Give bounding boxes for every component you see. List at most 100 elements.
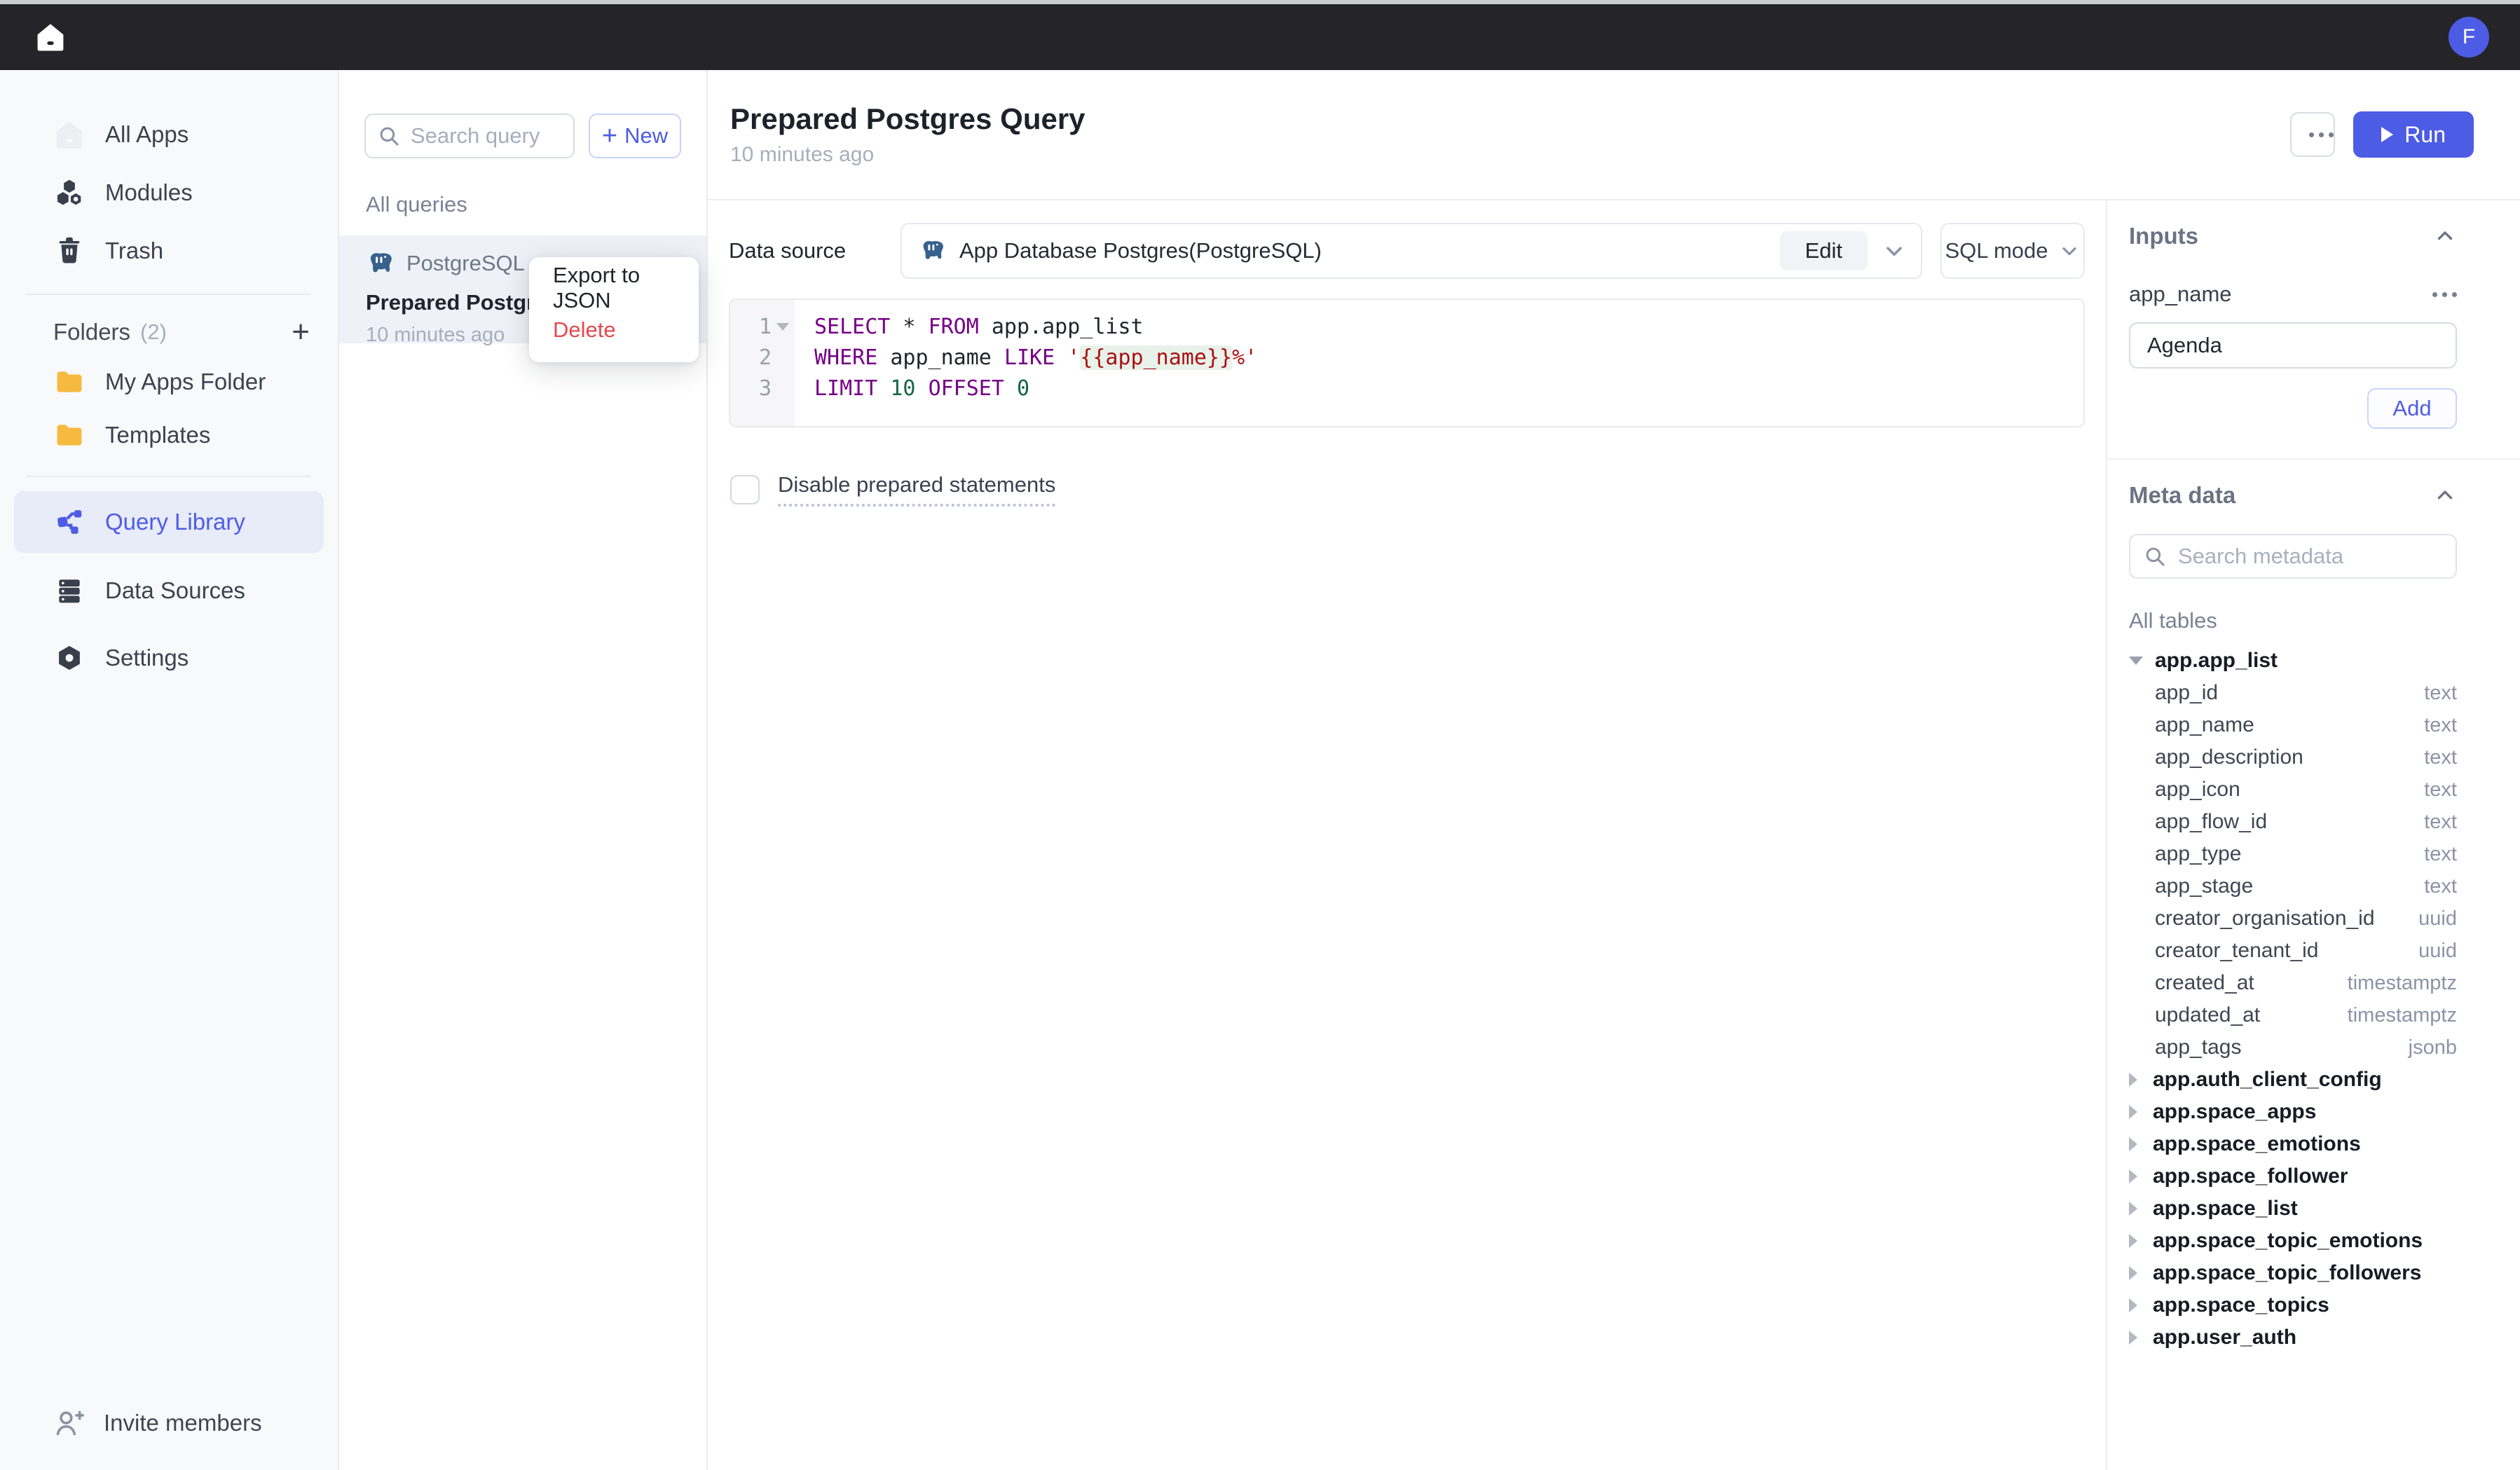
fold-spacer (776, 385, 789, 392)
add-input-button[interactable]: Add (2367, 388, 2457, 429)
code-line: WHERE app_name LIKE '{{app_name}}%' (814, 342, 2083, 373)
folder-label: My Apps Folder (105, 369, 266, 395)
metadata-table-row[interactable]: app.user_auth (2129, 1321, 2457, 1354)
all-tables-label: All tables (2129, 608, 2457, 633)
sidebar-item-label: Trash (105, 238, 163, 264)
query-library-icon (53, 506, 85, 538)
edit-datasource-button[interactable]: Edit (1780, 231, 1868, 270)
editor-line-number: 2 (730, 342, 795, 373)
export-to-json-menu-item[interactable]: Export to JSON (529, 267, 699, 309)
metadata-table-row[interactable]: app.space_apps (2129, 1096, 2457, 1128)
page-title: Prepared Postgres Query (730, 102, 1086, 136)
sidebar-divider (27, 294, 311, 295)
column-type: text (2424, 843, 2457, 866)
sidebar-item-modules[interactable]: Modules (0, 163, 338, 221)
column-name: creator_tenant_id (2155, 939, 2319, 963)
invite-members-button[interactable]: Invite members (53, 1407, 262, 1439)
caret-right-icon (2129, 1202, 2137, 1216)
home-outline-icon (53, 118, 85, 151)
sidebar-item-label: Modules (105, 179, 193, 206)
metadata-column-row: app_nametext (2129, 709, 2457, 741)
code-line: SELECT * FROM app.app_list (814, 311, 2083, 342)
fold-spacer (776, 354, 789, 362)
metadata-search-input[interactable] (2178, 544, 2443, 569)
sidebar-item-data-sources[interactable]: Data Sources (0, 557, 338, 624)
table-name: app.space_list (2153, 1197, 2298, 1221)
query-type-label: PostgreSQL (406, 251, 525, 276)
new-query-button[interactable]: + New (589, 114, 681, 158)
sidebar-folder-templates[interactable]: Templates (0, 408, 338, 462)
folders-count: (2) (140, 320, 167, 345)
column-name: app_flow_id (2155, 810, 2267, 834)
sidebar-item-label: Query Library (105, 509, 245, 535)
metadata-column-row: created_attimestamptz (2129, 967, 2457, 999)
add-folder-button[interactable]: + (292, 317, 310, 348)
metadata-table-row[interactable]: app.space_follower (2129, 1160, 2457, 1193)
home-button[interactable] (31, 18, 70, 57)
collapse-inputs-button[interactable] (2433, 224, 2457, 248)
metadata-table-row[interactable]: app.space_topic_followers (2129, 1257, 2457, 1289)
caret-right-icon (2129, 1137, 2137, 1151)
table-name: app.user_auth (2153, 1326, 2296, 1349)
avatar[interactable]: F (2449, 17, 2489, 57)
chevron-down-icon (2058, 240, 2081, 262)
sql-mode-label: SQL mode (1945, 238, 2048, 263)
metadata-table-row[interactable]: app.app_list (2129, 645, 2457, 677)
column-name: app_tags (2155, 1036, 2241, 1059)
caret-right-icon (2129, 1073, 2137, 1087)
param-menu-button[interactable] (2432, 292, 2457, 297)
fold-arrow-icon[interactable] (776, 323, 789, 331)
metadata-column-row: app_stage text (2129, 870, 2457, 902)
metadata-search-box[interactable] (2129, 534, 2457, 579)
invite-members-label: Invite members (104, 1410, 262, 1436)
column-type: text (2424, 875, 2457, 898)
ellipsis-icon (2309, 132, 2334, 137)
more-options-button[interactable] (2290, 112, 2335, 157)
folder-label: Templates (105, 422, 210, 448)
person-plus-icon (53, 1407, 85, 1439)
delete-menu-item[interactable]: Delete (529, 309, 699, 351)
disable-prepared-statements-label: Disable prepared statements (778, 472, 1055, 507)
metadata-table-row[interactable]: app.auth_client_config (2129, 1064, 2457, 1096)
sidebar-folder-my-apps[interactable]: My Apps Folder (0, 355, 338, 408)
right-panel: Inputs app_name Add Meta data All tables… (2106, 200, 2520, 1470)
param-value-input[interactable] (2129, 322, 2457, 369)
sidebar-divider (27, 476, 311, 477)
table-name: app.space_topic_emotions (2153, 1229, 2423, 1253)
search-icon (377, 124, 401, 148)
metadata-table-row[interactable]: app.space_list (2129, 1193, 2457, 1225)
main-content: Data source App Database Postgres(Postgr… (708, 200, 2106, 1470)
home-icon (34, 21, 67, 53)
collapse-metadata-button[interactable] (2433, 483, 2457, 507)
column-name: app_icon (2155, 778, 2240, 802)
caret-right-icon (2129, 1169, 2137, 1183)
sidebar-item-query-library[interactable]: Query Library (14, 491, 324, 553)
table-name: app.space_topics (2153, 1293, 2329, 1317)
sidebar-item-trash[interactable]: Trash (0, 221, 338, 280)
metadata-table-row[interactable]: app.space_topic_emotions (2129, 1225, 2457, 1257)
column-name: app_id (2155, 681, 2218, 705)
column-type: uuid (2418, 940, 2457, 963)
column-type: timestamptz (2348, 1004, 2457, 1027)
search-icon (2143, 544, 2167, 568)
run-button[interactable]: Run (2353, 111, 2474, 158)
postgresql-icon (919, 238, 945, 264)
metadata-column-row: creator_tenant_id uuid (2129, 935, 2457, 967)
sql-mode-select[interactable]: SQL mode (1940, 223, 2085, 279)
caret-right-icon (2129, 1298, 2137, 1312)
sidebar-item-settings[interactable]: Settings (0, 624, 338, 692)
query-search-box[interactable] (364, 114, 575, 158)
metadata-table-row[interactable]: app.space_topics (2129, 1289, 2457, 1321)
column-type: text (2424, 682, 2457, 705)
folder-icon (53, 419, 85, 451)
disable-prepared-statements-checkbox[interactable] (730, 475, 760, 504)
column-type: timestamptz (2348, 972, 2457, 995)
sidebar-item-all-apps[interactable]: All Apps (0, 105, 338, 163)
column-type: text (2424, 811, 2457, 834)
column-name: app_stage (2155, 874, 2253, 898)
sql-editor[interactable]: 123 SELECT * FROM app.app_listWHERE app_… (729, 298, 2085, 427)
metadata-table-row[interactable]: app.space_emotions (2129, 1128, 2457, 1160)
play-icon (2381, 127, 2393, 142)
query-search-input[interactable] (411, 123, 562, 149)
datasource-select[interactable]: App Database Postgres(PostgreSQL) Edit (901, 223, 1922, 279)
